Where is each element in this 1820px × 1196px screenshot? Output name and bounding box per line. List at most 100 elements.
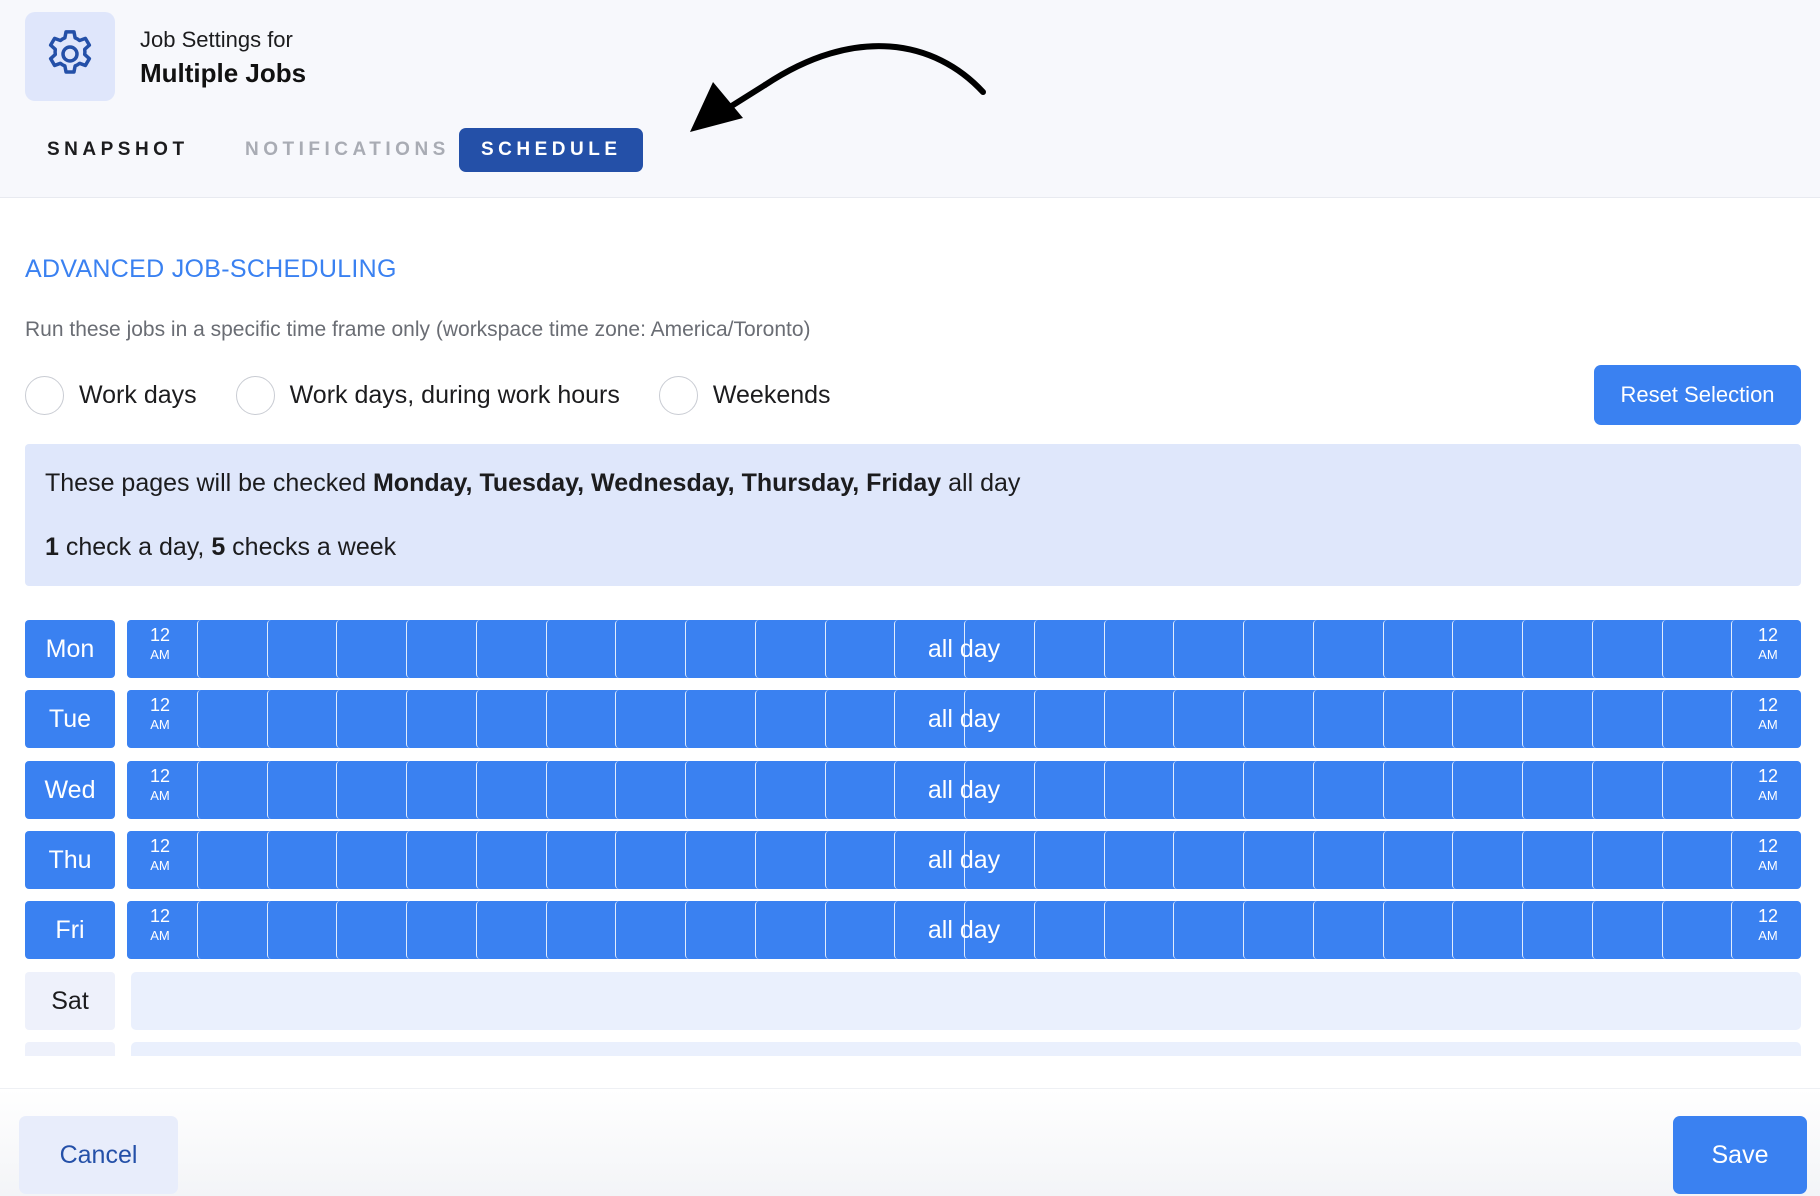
hour-bar[interactable] <box>131 972 1801 1030</box>
radio-weekends[interactable]: Weekends <box>658 375 831 415</box>
hour-slot[interactable] <box>1591 620 1662 678</box>
hour-slot[interactable] <box>196 690 267 748</box>
hour-slot[interactable] <box>475 901 546 959</box>
hour-slot[interactable] <box>1243 761 1313 819</box>
hour-slot[interactable] <box>1661 831 1732 889</box>
hour-slot[interactable] <box>1661 620 1732 678</box>
hour-slot[interactable] <box>964 690 1034 748</box>
hour-slot[interactable] <box>894 901 964 959</box>
tab-schedule[interactable]: SCHEDULE <box>459 128 643 172</box>
reset-selection-button[interactable]: Reset Selection <box>1594 365 1801 425</box>
hour-slot[interactable] <box>266 761 337 819</box>
hour-slot[interactable] <box>1033 690 1104 748</box>
hour-slot[interactable] <box>1452 761 1522 819</box>
hour-slot[interactable] <box>1243 690 1313 748</box>
cancel-button[interactable]: Cancel <box>19 1116 178 1194</box>
hour-slot[interactable] <box>336 831 406 889</box>
hour-slot[interactable] <box>406 620 476 678</box>
hour-slot[interactable] <box>964 761 1034 819</box>
hour-slot[interactable] <box>1661 901 1732 959</box>
hour-slot[interactable] <box>894 690 964 748</box>
hour-slot[interactable] <box>406 901 476 959</box>
hour-slot[interactable] <box>196 901 267 959</box>
radio-button[interactable] <box>235 375 275 415</box>
hour-slot[interactable] <box>545 690 616 748</box>
radio-button[interactable] <box>25 375 64 415</box>
hour-slot[interactable] <box>336 620 406 678</box>
hour-slot[interactable] <box>685 761 755 819</box>
hour-slot[interactable] <box>1103 901 1174 959</box>
hour-slot[interactable] <box>754 901 825 959</box>
hour-slot[interactable] <box>1173 901 1243 959</box>
hour-slot[interactable] <box>406 831 476 889</box>
hour-slot[interactable] <box>754 620 825 678</box>
radio-work-hours[interactable]: Work days, during work hours <box>235 375 620 415</box>
hour-slot[interactable] <box>475 620 546 678</box>
hour-slot[interactable] <box>1382 901 1453 959</box>
hour-slot[interactable] <box>1591 761 1662 819</box>
hour-slot[interactable] <box>754 761 825 819</box>
hour-slot[interactable] <box>894 620 964 678</box>
hour-slot[interactable] <box>1312 620 1383 678</box>
tab-snapshot[interactable]: SNAPSHOT <box>25 128 211 172</box>
hour-slot[interactable] <box>475 690 546 748</box>
hour-slot[interactable] <box>685 690 755 748</box>
hour-slot[interactable] <box>824 690 895 748</box>
hour-slot[interactable] <box>1033 761 1104 819</box>
hour-slot[interactable] <box>1382 831 1453 889</box>
tab-notifications[interactable]: NOTIFICATIONS <box>223 128 445 172</box>
hour-slot[interactable] <box>266 620 337 678</box>
radio-work-days[interactable]: Work days <box>25 375 197 415</box>
hour-slot[interactable] <box>964 620 1034 678</box>
hour-slot[interactable] <box>685 901 755 959</box>
hour-slot[interactable] <box>266 690 337 748</box>
hour-slot[interactable] <box>1033 620 1104 678</box>
hour-slot[interactable] <box>336 761 406 819</box>
hour-slot[interactable] <box>1103 690 1174 748</box>
hour-slot[interactable] <box>1312 901 1383 959</box>
hour-slot[interactable] <box>615 901 685 959</box>
day-toggle-sun[interactable]: Sun <box>25 1042 115 1056</box>
hour-slot[interactable] <box>1522 901 1592 959</box>
hour-slot[interactable] <box>964 831 1034 889</box>
hour-slot[interactable] <box>964 901 1034 959</box>
hour-bar[interactable]: 12 AM 12 AM all day <box>127 620 1801 678</box>
hour-slot[interactable] <box>1173 761 1243 819</box>
hour-slot[interactable] <box>615 831 685 889</box>
hour-slot[interactable] <box>824 620 895 678</box>
hour-slot[interactable] <box>266 901 337 959</box>
hour-bar[interactable]: 12 AM 12 AM all day <box>127 831 1801 889</box>
hour-slot[interactable] <box>1522 761 1592 819</box>
hour-slot[interactable] <box>196 761 267 819</box>
hour-slot[interactable] <box>1591 901 1662 959</box>
hour-slot[interactable] <box>196 831 267 889</box>
hour-slot[interactable] <box>754 690 825 748</box>
hour-slot[interactable] <box>475 761 546 819</box>
hour-slot[interactable] <box>1661 690 1732 748</box>
hour-slot[interactable] <box>406 761 476 819</box>
hour-slot[interactable] <box>545 901 616 959</box>
day-toggle-wed[interactable]: Wed <box>25 761 115 819</box>
hour-bar[interactable]: 12 AM 12 AM all day <box>127 761 1801 819</box>
day-toggle-mon[interactable]: Mon <box>25 620 115 678</box>
hour-slot[interactable] <box>1452 690 1522 748</box>
hour-slot[interactable] <box>1103 831 1174 889</box>
save-button[interactable]: Save <box>1673 1116 1807 1194</box>
hour-slot[interactable] <box>1452 620 1522 678</box>
hour-slot[interactable] <box>1173 831 1243 889</box>
hour-slot[interactable] <box>685 831 755 889</box>
hour-slot[interactable] <box>824 761 895 819</box>
hour-slot[interactable] <box>754 831 825 889</box>
hour-slot[interactable] <box>475 831 546 889</box>
hour-slot[interactable] <box>266 831 337 889</box>
hour-slot[interactable] <box>336 901 406 959</box>
hour-slot[interactable] <box>1243 831 1313 889</box>
hour-slot[interactable] <box>894 761 964 819</box>
hour-slot[interactable] <box>1661 761 1732 819</box>
hour-slot[interactable] <box>685 620 755 678</box>
hour-slot[interactable] <box>545 831 616 889</box>
hour-slot[interactable] <box>1173 620 1243 678</box>
hour-slot[interactable] <box>1522 620 1592 678</box>
hour-slot[interactable] <box>615 620 685 678</box>
hour-slot[interactable] <box>1452 901 1522 959</box>
